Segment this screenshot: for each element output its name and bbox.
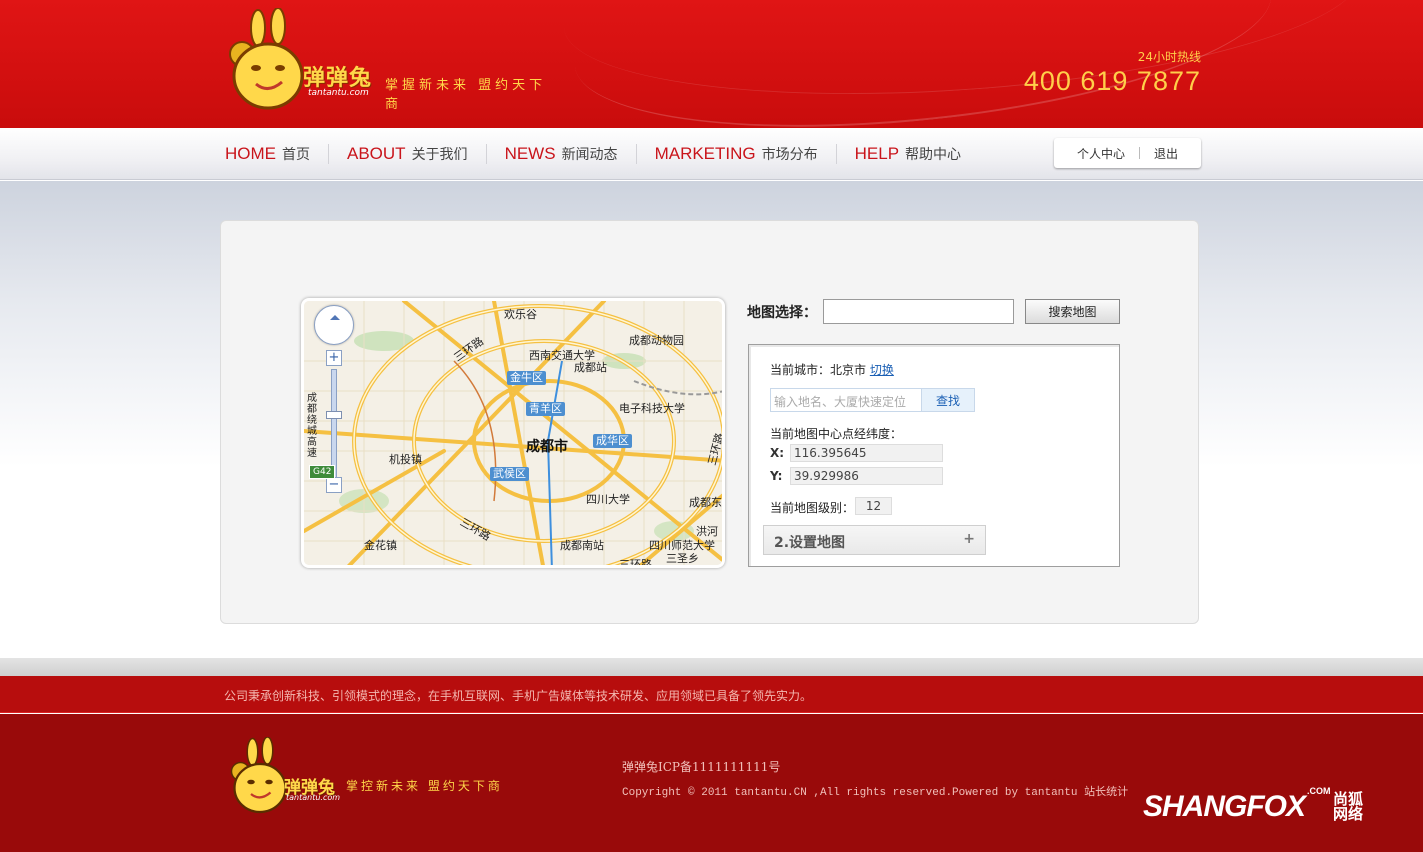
nav-item-en: MARKETING	[654, 144, 756, 163]
map-district-label: 武侯区	[490, 467, 529, 481]
map-city-label: 成都市	[526, 439, 568, 455]
search-map-button[interactable]: 搜索地图	[1025, 299, 1120, 324]
rabbit-mascot-icon	[229, 8, 304, 110]
icp-record: 弹弹兔ICP备1111111111号	[622, 760, 781, 774]
nav-item-about[interactable]: ABOUT 关于我们	[328, 144, 486, 164]
nav-item-marketing[interactable]: MARKETING 市场分布	[635, 144, 836, 164]
footer-slogan: 掌控新未来 盟约天下商	[346, 779, 503, 793]
map-label: 成都东	[689, 496, 722, 509]
nav-item-en: HOME	[225, 144, 276, 163]
center-coords-label: 当前地图中心点经纬度：	[770, 427, 903, 441]
user-menu: 个人中心 退出	[1054, 138, 1201, 168]
brand-domain: tantantu.com	[308, 88, 369, 98]
nav-item-help[interactable]: HELP 帮助中心	[835, 144, 979, 164]
header: 弹弹兔 tantantu.com 掌握新未来 盟约天下商 24小时热线 400 …	[0, 0, 1423, 128]
map-district-label: 青羊区	[526, 402, 565, 416]
shangfox-wordmark: SHANGFOX	[1143, 790, 1306, 823]
map-label: 四川大学	[586, 493, 630, 506]
footer-brand-domain: tantantu.com	[286, 793, 341, 802]
map-search-input[interactable]	[823, 299, 1014, 324]
footer-divider	[0, 658, 1423, 676]
footer-logo[interactable]: 弹弹兔 tantantu.com 掌控新未来 盟约天下商	[228, 737, 528, 817]
nav-item-cn: 新闻动态	[561, 147, 618, 163]
set-map-title: 2.设置地图	[774, 535, 846, 551]
y-label: Y:	[770, 469, 783, 483]
set-map-accordion[interactable]: 2.设置地图 +	[763, 525, 986, 555]
highway-shield: G42	[309, 465, 336, 479]
shangfox-cn: 尚狐网络	[1333, 791, 1364, 823]
map-label: 电子科技大学	[619, 402, 685, 415]
map-label: 成都站	[574, 361, 607, 374]
map-zoom-in-button[interactable]: +	[326, 350, 342, 366]
site-logo[interactable]: 弹弹兔 tantantu.com 掌握新未来 盟约天下商	[228, 8, 558, 116]
map-view[interactable]: + − G42 欢乐谷 成都动物园 西南交通大学 成都站 金牛区 青羊区 电子科…	[301, 298, 725, 568]
map-label: 成都动物园	[629, 334, 684, 347]
map-select-label: 地图选择：	[747, 305, 817, 321]
x-value-field: 116.395645	[790, 444, 943, 462]
nav-item-cn: 帮助中心	[905, 147, 962, 163]
map-label: 机投镇	[389, 453, 422, 466]
current-city-text: 当前城市：北京市	[770, 363, 867, 377]
main-nav: HOME 首页 ABOUT 关于我们 NEWS 新闻动态 MARKETING 市场分布 …	[0, 128, 1423, 180]
map-label: 成都南站	[560, 539, 604, 552]
nav-item-en: ABOUT	[347, 144, 406, 163]
shangfox-com: .COM	[1307, 786, 1331, 796]
footer-tagline: 公司秉承创新科技、引领模式的理念，在手机互联网、手机广告媒体等技术研发、应用领域…	[224, 689, 813, 703]
nav-item-en: HELP	[854, 144, 900, 163]
shangfox-logo[interactable]: SHANGFOX .COM 尚狐网络	[1143, 786, 1363, 824]
map-label: 洪河	[696, 525, 718, 538]
hotline-label: 24小时热线	[1137, 50, 1201, 64]
nav-item-cn: 关于我们	[411, 147, 468, 163]
map-level-label: 当前地图级别：	[770, 501, 855, 515]
map-label: 金花镇	[364, 539, 397, 552]
switch-city-link[interactable]: 切换	[870, 363, 894, 377]
map-zoom-thumb[interactable]	[326, 411, 342, 419]
map-label: 三环路	[619, 558, 652, 568]
nav-item-home[interactable]: HOME 首页	[225, 144, 328, 164]
footer-tagline-bar: 公司秉承创新科技、引领模式的理念，在手机互联网、手机广告媒体等技术研发、应用领域…	[0, 676, 1423, 713]
map-district-label: 金牛区	[507, 371, 546, 385]
expand-plus-icon: +	[963, 531, 975, 547]
rabbit-mascot-icon	[230, 737, 287, 814]
current-city: 当前城市：北京市 切换	[770, 361, 894, 378]
nav-item-news[interactable]: NEWS 新闻动态	[485, 144, 636, 164]
hotline-number: 400 619 7877	[1023, 66, 1201, 96]
brand-slogan: 掌握新未来 盟约天下商	[385, 78, 547, 112]
find-button[interactable]: 查找	[921, 388, 975, 412]
map-pan-control[interactable]	[314, 305, 354, 345]
map-district-label: 成华区	[593, 434, 632, 448]
nav-item-en: NEWS	[504, 144, 556, 163]
logout-link[interactable]: 退出	[1140, 145, 1192, 162]
copyright: Copyright © 2011 tantantu.CN ,All rights…	[622, 787, 1129, 799]
map-label: 成都绕城高速	[307, 393, 317, 459]
place-search-input[interactable]: 输入地名、大厦快速定位	[770, 388, 922, 412]
map-label: 欢乐谷	[504, 308, 537, 321]
map-zoom-out-button[interactable]: −	[326, 477, 342, 493]
nav-item-cn: 首页	[282, 147, 310, 163]
map-label: 三圣乡	[666, 552, 699, 565]
y-value-field: 39.929986	[790, 467, 943, 485]
map-level-value: 12	[855, 497, 892, 515]
user-center-link[interactable]: 个人中心	[1063, 145, 1139, 162]
x-label: X:	[770, 446, 785, 460]
nav-item-cn: 市场分布	[761, 147, 818, 163]
